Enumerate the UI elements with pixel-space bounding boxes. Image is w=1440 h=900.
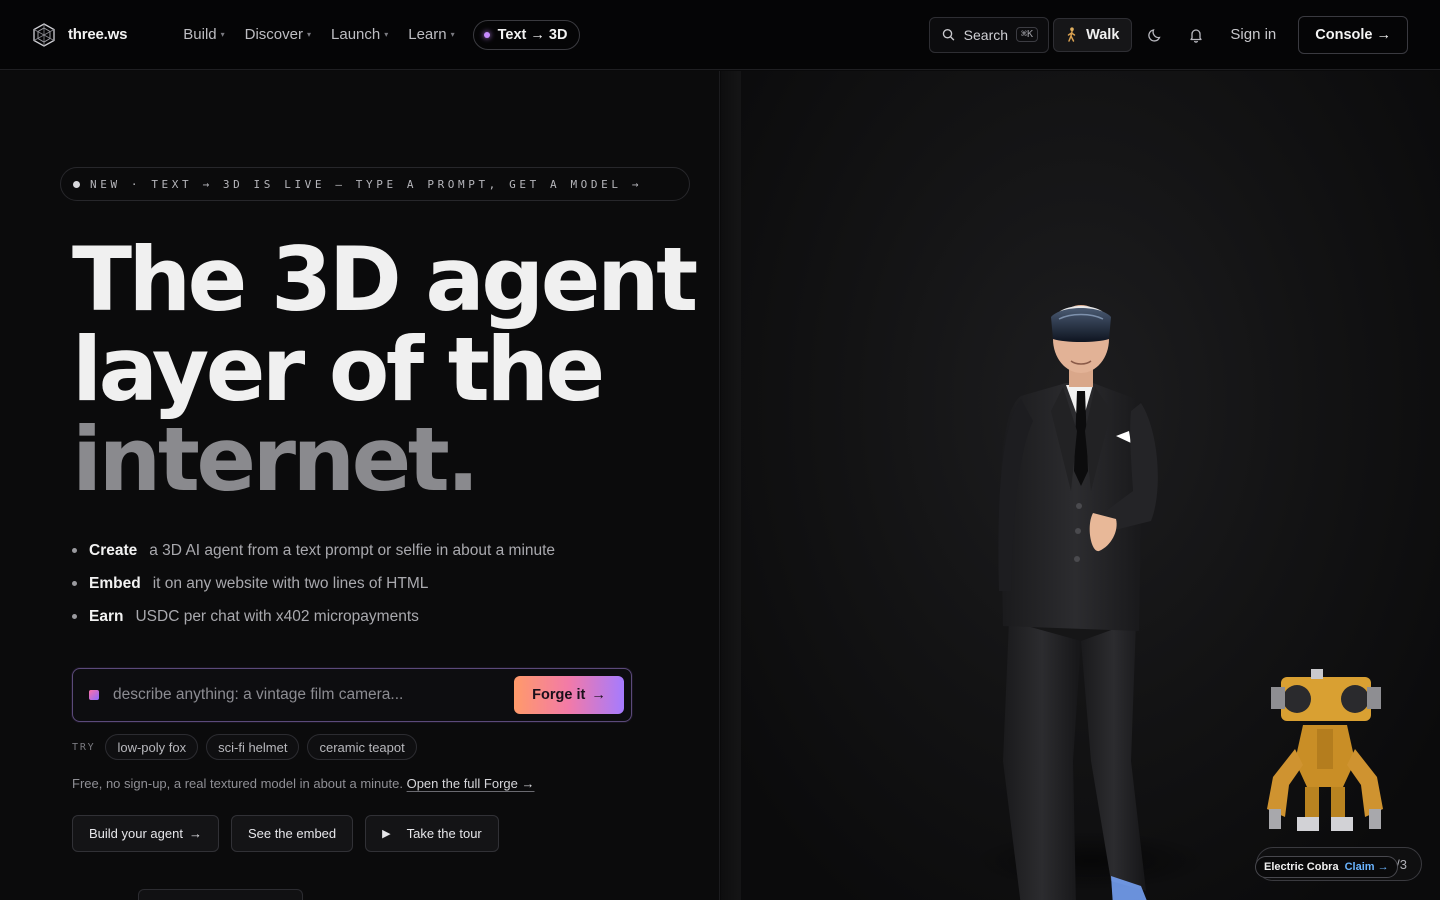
try-suggestions: TRY low-poly fox sci-fi helmet ceramic t… bbox=[72, 734, 417, 760]
cta-row: Build your agent → See the embed ▶ Take … bbox=[72, 815, 499, 852]
announcement-text: NEW · TEXT → 3D IS LIVE — TYPE A PROMPT,… bbox=[90, 177, 643, 191]
agent-3d-stage[interactable]: 0/3 Electric Cobra Claim → bbox=[721, 71, 1440, 900]
nav-discover-label: Discover bbox=[244, 26, 303, 43]
take-tour-button[interactable]: ▶ Take the tour bbox=[365, 815, 499, 852]
robot-mascot[interactable] bbox=[1259, 669, 1391, 841]
suggestion-chip[interactable]: sci-fi helmet bbox=[206, 734, 300, 760]
agent-badge: 0/3 Electric Cobra Claim → bbox=[1255, 847, 1422, 881]
live-dot-icon bbox=[483, 31, 490, 38]
agent-name-tag[interactable]: Electric Cobra Claim → bbox=[1255, 856, 1398, 878]
nav-discover[interactable]: Discover ▾ bbox=[235, 26, 321, 43]
forge-it-label: Forge it bbox=[532, 687, 586, 703]
chevron-down-icon: ▾ bbox=[450, 30, 455, 39]
stage-divider bbox=[721, 71, 741, 900]
primary-nav: Build ▾ Discover ▾ Launch ▾ Learn ▾ Text… bbox=[173, 19, 581, 50]
take-tour-label: Take the tour bbox=[406, 826, 482, 841]
nav-launch[interactable]: Launch ▾ bbox=[321, 26, 398, 43]
feature-term: Embed bbox=[89, 574, 141, 592]
walking-person-icon bbox=[1067, 26, 1076, 42]
hero-headline: The 3D agent layer of the internet. bbox=[72, 228, 698, 511]
headline-line-1: The 3D agent bbox=[72, 228, 698, 331]
bullet-dot-icon bbox=[72, 548, 77, 553]
bell-icon bbox=[1190, 28, 1203, 43]
see-embed-label: See the embed bbox=[247, 826, 337, 841]
suggestion-chip[interactable]: low-poly fox bbox=[105, 734, 199, 760]
sign-in-link[interactable]: Sign in bbox=[1230, 26, 1276, 43]
chevron-down-icon: ▾ bbox=[307, 30, 312, 39]
top-nav: three.ws Build ▾ Discover ▾ Launch ▾ Lea… bbox=[0, 0, 1440, 70]
brand-logo[interactable]: three.ws bbox=[32, 22, 128, 47]
bullet-dot-icon bbox=[72, 614, 77, 619]
moon-icon bbox=[1148, 28, 1161, 42]
build-agent-button[interactable]: Build your agent → bbox=[72, 815, 219, 852]
text-to-3d-label: Text → 3D bbox=[497, 26, 568, 43]
announcement-banner[interactable]: NEW · TEXT → 3D IS LIVE — TYPE A PROMPT,… bbox=[60, 167, 690, 201]
clipped-row bbox=[72, 889, 303, 900]
forge-it-button[interactable]: Forge it → bbox=[514, 676, 624, 714]
try-label: TRY bbox=[72, 741, 96, 753]
walk-button[interactable]: Walk bbox=[1053, 17, 1133, 52]
walk-label: Walk bbox=[1086, 26, 1120, 43]
feature-term: Earn bbox=[89, 607, 124, 625]
see-embed-button[interactable]: See the embed bbox=[230, 815, 354, 852]
logo-icon bbox=[33, 22, 55, 47]
chevron-down-icon: ▾ bbox=[220, 30, 225, 39]
notifications-button[interactable] bbox=[1176, 17, 1216, 53]
arrow-right-icon: → bbox=[188, 826, 202, 841]
free-note: Free, no sign-up, a real textured model … bbox=[72, 776, 535, 791]
play-icon: ▶ bbox=[382, 828, 391, 840]
nav-build[interactable]: Build ▾ bbox=[173, 26, 234, 43]
brand-name: three.ws bbox=[68, 26, 128, 43]
nav-learn-label: Learn bbox=[408, 26, 447, 43]
build-agent-label: Build your agent bbox=[89, 826, 183, 841]
suited-agent-avatar[interactable] bbox=[981, 291, 1201, 900]
clipped-pill[interactable] bbox=[138, 889, 303, 900]
feature-earn: Earn USDC per chat with x402 micropaymen… bbox=[72, 600, 555, 633]
chevron-down-icon: ▾ bbox=[384, 30, 389, 39]
headline-line-3: internet. bbox=[72, 408, 480, 511]
announcement-dot-icon bbox=[73, 180, 80, 188]
forge-prompt-input[interactable] bbox=[113, 686, 514, 704]
theme-toggle-button[interactable] bbox=[1136, 17, 1176, 53]
clipped-label bbox=[72, 894, 124, 900]
hero-panel: NEW · TEXT → 3D IS LIVE — TYPE A PROMPT,… bbox=[0, 71, 720, 900]
free-note-text: Free, no sign-up, a real textured model … bbox=[72, 776, 403, 791]
agent-name: Electric Cobra bbox=[1264, 861, 1339, 873]
feature-embed: Embed it on any website with two lines o… bbox=[72, 567, 555, 600]
nav-learn[interactable]: Learn ▾ bbox=[398, 26, 464, 43]
feature-term: Create bbox=[89, 541, 138, 559]
search-shortcut: ⌘K bbox=[1016, 27, 1039, 42]
feature-list: Create a 3D AI agent from a text prompt … bbox=[72, 534, 555, 633]
text-to-3d-pill[interactable]: Text → 3D bbox=[472, 19, 581, 50]
nav-build-label: Build bbox=[183, 26, 217, 43]
forge-prompt-box: Forge it → bbox=[72, 668, 632, 722]
headline-line-2: layer of the bbox=[72, 318, 605, 421]
console-button[interactable]: Console → bbox=[1298, 15, 1408, 54]
feature-text: it on any website with two lines of HTML bbox=[152, 574, 429, 592]
feature-text: a 3D AI agent from a text prompt or self… bbox=[149, 541, 556, 559]
nav-actions: Search ⌘K Walk Sign in Console → bbox=[929, 15, 1408, 54]
nav-launch-label: Launch bbox=[331, 26, 381, 43]
open-forge-link[interactable]: Open the full Forge → bbox=[407, 776, 535, 791]
search-icon bbox=[942, 28, 955, 41]
feature-create: Create a 3D AI agent from a text prompt … bbox=[72, 534, 555, 567]
sparkle-icon bbox=[89, 690, 99, 700]
search-label: Search bbox=[963, 26, 1009, 43]
arrow-right-icon: → bbox=[591, 687, 606, 703]
bullet-dot-icon bbox=[72, 581, 77, 586]
claim-link[interactable]: Claim → bbox=[1345, 861, 1389, 873]
search-button[interactable]: Search ⌘K bbox=[929, 16, 1050, 53]
suggestion-chip[interactable]: ceramic teapot bbox=[307, 734, 417, 760]
feature-text: USDC per chat with x402 micropayments bbox=[135, 607, 419, 625]
